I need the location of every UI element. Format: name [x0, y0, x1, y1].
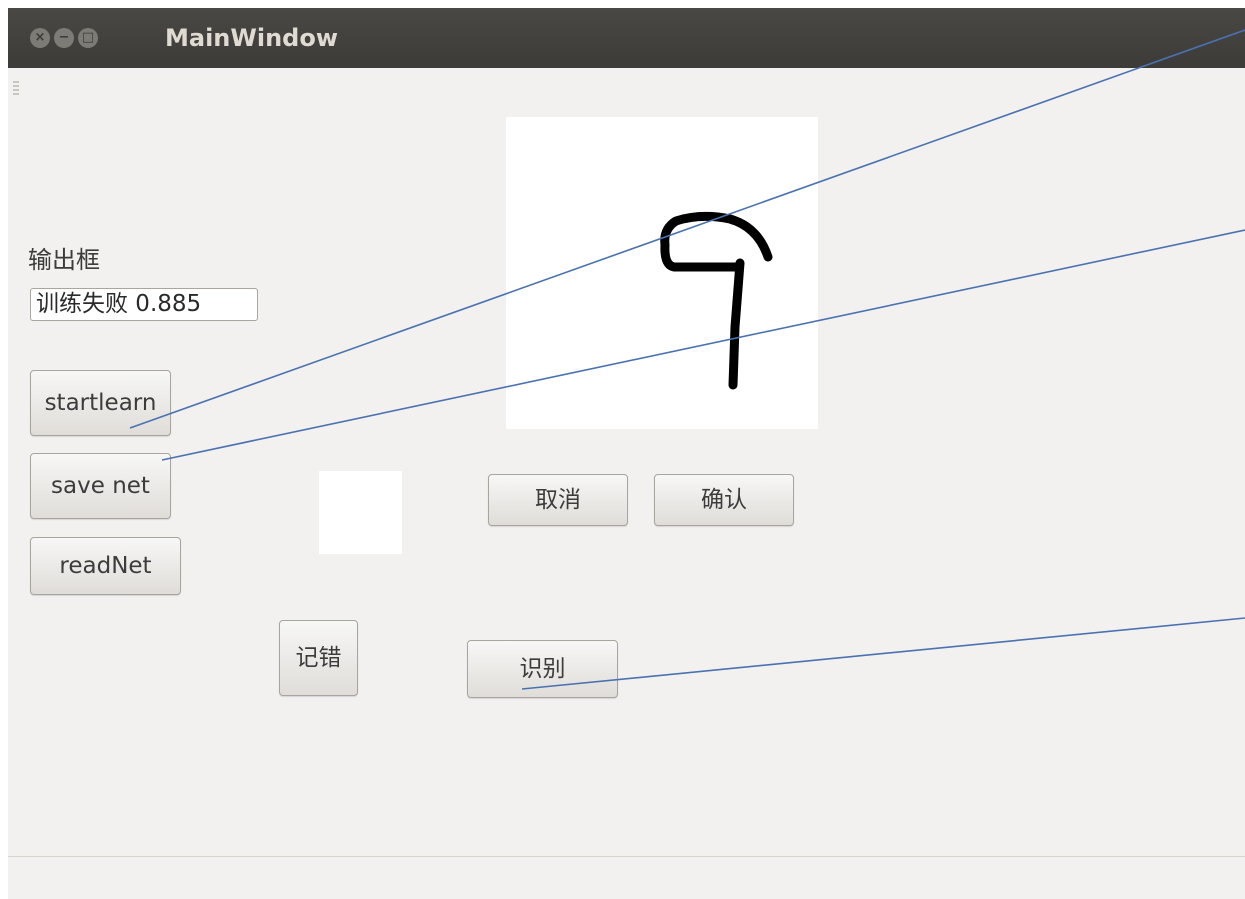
- drawing-canvas[interactable]: [506, 117, 818, 429]
- status-bar: [8, 856, 1245, 899]
- maximize-icon[interactable]: □: [78, 28, 98, 48]
- cancel-button[interactable]: 取消: [488, 474, 628, 526]
- save-net-button[interactable]: save net: [30, 453, 171, 519]
- preview-canvas: [319, 471, 402, 554]
- startlearn-button[interactable]: startlearn: [30, 370, 171, 436]
- handwritten-digit-strokes: [660, 211, 773, 390]
- output-label: 输出框: [28, 246, 100, 274]
- window-title: MainWindow: [165, 24, 339, 52]
- confirm-button[interactable]: 确认: [654, 474, 794, 526]
- minimize-icon[interactable]: −: [54, 28, 74, 48]
- close-icon[interactable]: ×: [30, 28, 50, 48]
- title-bar: × − □ MainWindow: [8, 8, 1245, 68]
- toolbar-grip[interactable]: [13, 81, 19, 95]
- output-field[interactable]: 训练失败 0.885: [30, 288, 258, 321]
- record-error-button[interactable]: 记错: [279, 620, 358, 696]
- recognize-button[interactable]: 识别: [467, 640, 618, 698]
- main-window: × − □ MainWindow 输出框 训练失败 0.885 startlea…: [8, 8, 1245, 899]
- read-net-button[interactable]: readNet: [30, 537, 181, 595]
